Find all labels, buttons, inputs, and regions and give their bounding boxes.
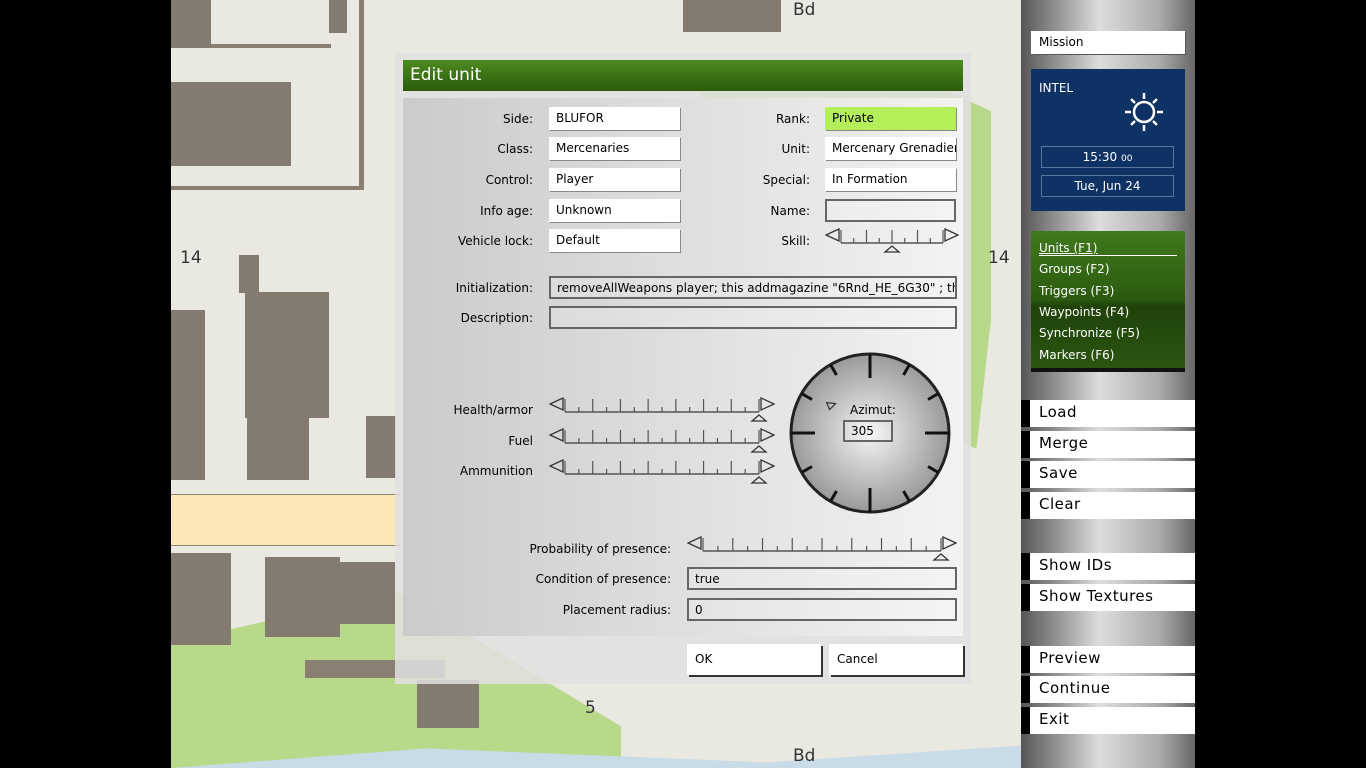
- mission-button[interactable]: Mission: [1031, 31, 1185, 54]
- init-input[interactable]: removeAllWeapons player; this addmagazin…: [549, 276, 957, 299]
- show-ids-button[interactable]: Show IDs: [1021, 553, 1195, 580]
- time-seconds: 00: [1120, 154, 1133, 164]
- slider-right-arrow[interactable]: [760, 458, 775, 474]
- ammunition-label: Ammunition: [459, 464, 533, 478]
- azimut-label: Azimut:: [850, 403, 896, 417]
- field-label: Class:: [497, 142, 533, 156]
- slider-left-arrow[interactable]: [549, 396, 564, 412]
- mode-triggers[interactable]: Triggers (F3): [1039, 284, 1114, 298]
- condition-label: Condition of presence:: [535, 572, 671, 586]
- continue-button[interactable]: Continue: [1021, 676, 1195, 703]
- map-label: 14: [988, 248, 1010, 268]
- mode-waypoints[interactable]: Waypoints (F4): [1039, 305, 1129, 319]
- field-rank-select[interactable]: Private: [825, 107, 956, 130]
- skill-slider[interactable]: [825, 227, 959, 255]
- slider-thumb[interactable]: [932, 553, 950, 561]
- show-textures-button[interactable]: Show Textures: [1021, 584, 1195, 611]
- field-label: Side:: [503, 112, 533, 126]
- map-label: Bd: [793, 746, 816, 766]
- field-control-select[interactable]: Player: [549, 168, 680, 191]
- slider-right-arrow[interactable]: [944, 227, 959, 243]
- time-value: 15:30: [1082, 150, 1118, 164]
- radius-label: Placement radius:: [562, 603, 671, 617]
- field-label: Control:: [485, 173, 533, 187]
- field-label: Unit:: [781, 142, 810, 156]
- slider-left-arrow[interactable]: [549, 427, 564, 443]
- intel-title: INTEL: [1039, 81, 1074, 95]
- description-label: Description:: [460, 311, 533, 325]
- slider-thumb[interactable]: [750, 476, 768, 484]
- ok-button[interactable]: OK: [687, 644, 821, 675]
- clear-button[interactable]: Clear: [1021, 492, 1195, 519]
- dialog-panel: Side: BLUFOR Class: Mercenaries Control: Play…: [403, 98, 963, 636]
- mode-groups[interactable]: Groups (F2): [1039, 262, 1110, 276]
- edit-unit-dialog: Edit unit Side: BLUFOR Class: Mercenaries Co…: [395, 53, 971, 684]
- road: [171, 494, 401, 546]
- field-label: Vehicle lock:: [458, 234, 533, 248]
- skill-label: Skill:: [781, 234, 810, 248]
- save-button[interactable]: Save: [1021, 461, 1195, 488]
- health-slider[interactable]: [549, 396, 775, 424]
- slider-thumb[interactable]: [750, 445, 768, 453]
- ammunition-slider[interactable]: [549, 458, 775, 486]
- init-label: Initialization:: [455, 281, 533, 295]
- probability-slider[interactable]: [687, 535, 957, 563]
- health-label: Health/armor: [453, 403, 534, 417]
- map-label: Bd: [793, 0, 816, 20]
- preview-button[interactable]: Preview: [1021, 646, 1195, 673]
- field-side-select[interactable]: BLUFOR: [549, 107, 680, 130]
- slider-thumb[interactable]: [750, 414, 768, 422]
- description-input[interactable]: [549, 306, 957, 329]
- field-infoage-select[interactable]: Unknown: [549, 199, 680, 222]
- slider-thumb[interactable]: [883, 245, 901, 253]
- intel-panel[interactable]: INTEL 15:30 00 Tue, Jun 24: [1031, 69, 1185, 211]
- mode-markers[interactable]: Markers (F6): [1039, 348, 1114, 362]
- field-name-input[interactable]: [825, 199, 956, 222]
- date-display[interactable]: Tue, Jun 24: [1041, 175, 1174, 197]
- slider-right-arrow[interactable]: [942, 535, 957, 551]
- field-label: Special:: [762, 173, 810, 187]
- field-label: Name:: [770, 204, 810, 218]
- azimut-input[interactable]: 305: [843, 420, 893, 442]
- fuel-label: Fuel: [508, 434, 533, 448]
- slider-left-arrow[interactable]: [825, 227, 840, 243]
- field-unit-select[interactable]: Mercenary Grenadier: [825, 137, 956, 160]
- field-vehiclelock-select[interactable]: Default: [549, 229, 680, 252]
- sun-icon: [1125, 93, 1163, 131]
- cancel-button[interactable]: Cancel: [829, 644, 963, 675]
- fuel-slider[interactable]: [549, 427, 775, 455]
- slider-left-arrow[interactable]: [687, 535, 702, 551]
- load-button[interactable]: Load: [1021, 400, 1195, 427]
- editor-sidebar: Mission INTEL 15:30 00 Tue, Jun 24 Units…: [1021, 0, 1195, 768]
- mode-synchronize[interactable]: Synchronize (F5): [1039, 326, 1140, 340]
- time-display[interactable]: 15:30 00: [1041, 146, 1174, 168]
- slider-right-arrow[interactable]: [760, 427, 775, 443]
- probability-label: Probability of presence:: [529, 542, 671, 556]
- mode-units[interactable]: Units (F1): [1039, 241, 1177, 256]
- exit-button[interactable]: Exit: [1021, 707, 1195, 734]
- field-class-select[interactable]: Mercenaries: [549, 137, 680, 160]
- radius-input[interactable]: 0: [687, 598, 957, 621]
- merge-button[interactable]: Merge: [1021, 431, 1195, 458]
- dialog-title: Edit unit: [403, 60, 963, 91]
- map-label: 5: [585, 698, 596, 718]
- field-label: Info age:: [480, 204, 533, 218]
- mode-menu: Units (F1) Groups (F2) Triggers (F3) Waypoi…: [1031, 231, 1185, 372]
- field-special-select[interactable]: In Formation: [825, 168, 956, 191]
- slider-left-arrow[interactable]: [549, 458, 564, 474]
- slider-right-arrow[interactable]: [760, 396, 775, 412]
- field-label: Rank:: [775, 112, 810, 126]
- condition-input[interactable]: true: [687, 567, 957, 590]
- map-label: 14: [180, 248, 202, 268]
